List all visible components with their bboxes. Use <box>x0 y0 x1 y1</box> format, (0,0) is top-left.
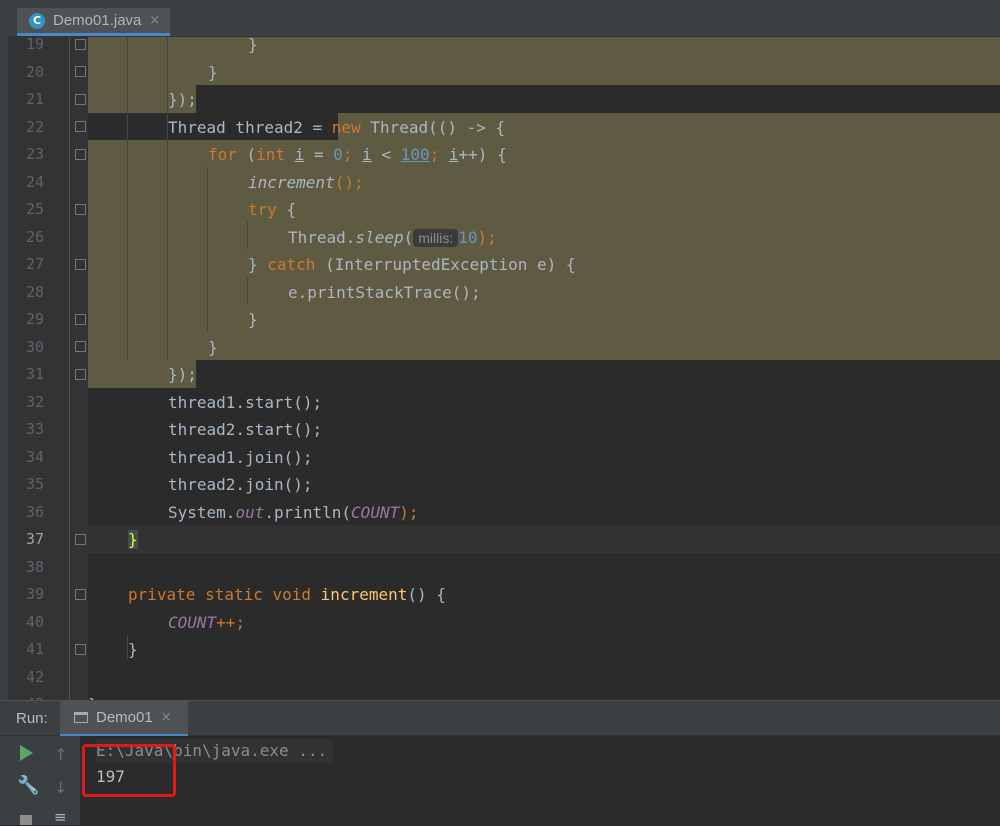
editor-tab-bar: C Demo01.java × <box>8 0 1000 37</box>
code-line: thread1.join(); <box>168 447 313 467</box>
scroll-up-icon[interactable]: ↑ <box>54 745 67 764</box>
parameter-hint: millis: <box>413 228 459 247</box>
console-output[interactable]: E:\Java\bin\java.exe ... 197 <box>80 736 1000 825</box>
indent-guide <box>207 167 208 332</box>
line-number: 31 <box>25 365 44 383</box>
fold-marker-icon[interactable] <box>75 369 86 380</box>
line-number: 42 <box>25 667 44 686</box>
line-number: 20 <box>25 62 44 81</box>
line-number: 23 <box>25 145 44 163</box>
fold-marker-icon[interactable] <box>75 39 86 50</box>
code-line: Thread.sleep(millis: 10); <box>288 227 497 247</box>
code-line: for (int i = 0; i < 100; i++) { <box>208 145 507 164</box>
line-number: 24 <box>25 172 44 191</box>
fold-marker-icon[interactable] <box>75 94 86 105</box>
run-tab-demo01[interactable]: Demo01 × <box>60 701 188 737</box>
line-number: 27 <box>25 255 44 273</box>
code-line: }); <box>168 90 197 109</box>
line-number: 21 <box>25 90 44 108</box>
fold-marker-icon[interactable] <box>75 314 86 325</box>
code-line: } catch (InterruptedException e) { <box>248 255 576 274</box>
fold-marker-icon[interactable] <box>75 644 86 655</box>
line-number: 35 <box>25 475 44 493</box>
run-panel-header: Run: Demo01 × <box>0 700 1000 737</box>
current-line-highlight <box>88 525 1000 553</box>
highlight-block <box>88 140 1000 360</box>
line-number: 29 <box>25 310 44 328</box>
code-line: thread2.start(); <box>168 420 323 439</box>
line-number: 28 <box>25 282 44 301</box>
stop-icon[interactable] <box>20 815 32 825</box>
fold-marker-icon[interactable] <box>75 204 86 215</box>
run-label: Run: <box>16 710 48 727</box>
fold-marker-icon[interactable] <box>75 589 86 600</box>
line-number: 39 <box>25 585 44 603</box>
code-line: System.out.println(COUNT); <box>168 502 419 522</box>
line-number: 26 <box>25 227 44 246</box>
rerun-icon[interactable] <box>20 745 33 761</box>
fold-marker-icon[interactable] <box>75 66 86 77</box>
fold-marker-icon[interactable] <box>75 149 86 160</box>
fold-marker-icon[interactable] <box>75 259 86 270</box>
code-line: private static void increment() { <box>128 585 446 604</box>
line-number: 33 <box>25 420 44 438</box>
code-line: COUNT++; <box>168 612 246 632</box>
run-tab-label: Demo01 <box>96 709 153 726</box>
code-line: thread1.start(); <box>168 392 323 412</box>
matched-brace: } <box>128 530 138 549</box>
soft-wrap-icon[interactable]: ≡ <box>54 808 67 826</box>
code-line: increment(); <box>248 172 364 192</box>
code-line: thread2.join(); <box>168 475 313 494</box>
code-editor[interactable]: 19 20 21 22 23 24 25 26 27 28 29 30 31 3… <box>8 37 1000 700</box>
indent-guide <box>247 277 248 304</box>
line-number: 43 <box>8 691 44 700</box>
gutter-separator <box>69 37 70 700</box>
line-number: 34 <box>25 447 44 466</box>
code-line: } <box>128 526 138 554</box>
code-line: Thread thread2 = new Thread(() -> { <box>168 117 506 137</box>
line-number: 40 <box>25 612 44 631</box>
line-number-current: 37 <box>25 530 44 548</box>
code-line: } <box>208 62 218 82</box>
close-icon[interactable]: × <box>161 710 172 725</box>
line-number: 19 <box>25 37 44 53</box>
editor-tab-demo01[interactable]: C Demo01.java × <box>17 8 171 36</box>
line-number: 41 <box>25 640 44 658</box>
line-number: 36 <box>25 502 44 521</box>
code-line: try { <box>248 200 297 219</box>
code-line: } <box>208 337 218 357</box>
fold-marker-icon[interactable] <box>75 121 86 132</box>
close-icon[interactable]: × <box>149 13 160 28</box>
line-number: 22 <box>25 117 44 136</box>
highlight-block <box>88 37 1000 85</box>
line-number: 38 <box>25 557 44 576</box>
settings-icon[interactable]: 🔧 <box>17 775 39 796</box>
java-class-icon: C <box>29 12 45 29</box>
line-number: 32 <box>25 392 44 411</box>
code-line: } <box>128 640 138 659</box>
annotation-red-box <box>82 744 176 797</box>
code-line: } <box>88 691 98 700</box>
fold-marker-icon[interactable] <box>75 534 86 545</box>
editor-tab-label: Demo01.java <box>53 12 142 29</box>
indent-guide <box>127 37 128 360</box>
indent-guide <box>247 222 248 249</box>
code-line: e.printStackTrace(); <box>288 282 481 302</box>
scroll-down-icon[interactable]: ↓ <box>54 778 67 797</box>
console-icon <box>74 712 88 723</box>
line-number: 30 <box>25 337 44 356</box>
code-line: }); <box>168 365 197 384</box>
line-number: 25 <box>25 200 44 218</box>
code-line: } <box>248 310 258 329</box>
code-line: } <box>248 37 258 54</box>
fold-marker-icon[interactable] <box>75 341 86 352</box>
